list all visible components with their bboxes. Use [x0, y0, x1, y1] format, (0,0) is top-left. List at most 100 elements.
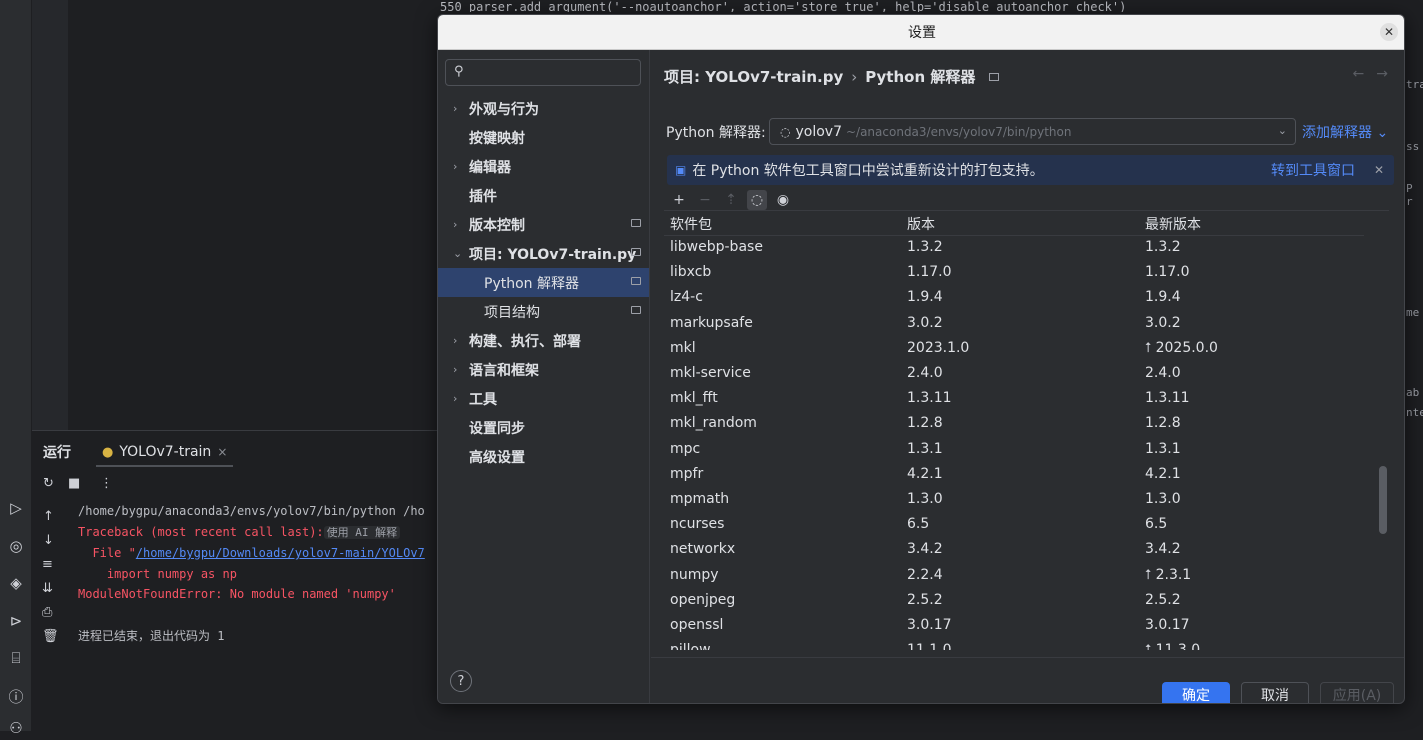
table-row[interactable]: ncurses 6.5 6.5 — [664, 513, 1364, 538]
sidebar-item-label: 构建、执行、部署 — [469, 333, 581, 350]
sidebar-item[interactable]: 设置同步 — [438, 413, 649, 442]
terminal-icon[interactable]: ⌸ — [4, 646, 28, 670]
sidebar-item-label: 版本控制 — [469, 217, 525, 234]
add-package-icon[interactable]: + — [669, 190, 689, 210]
table-row[interactable]: openjpeg 2.5.2 2.5.2 — [664, 589, 1364, 614]
table-row[interactable]: numpy 2.2.4 ⭡ 2.3.1 — [664, 564, 1364, 589]
sidebar-item-label: 插件 — [469, 188, 497, 205]
console-line: /home/bygpu/anaconda3/envs/yolov7/bin/py… — [78, 504, 425, 518]
sidebar-item[interactable]: ⌄ 项目: YOLOv7-train.py — [438, 239, 649, 268]
table-row[interactable]: mpmath 1.3.0 1.3.0 — [664, 488, 1364, 513]
table-row[interactable]: networkx 3.4.2 3.4.2 — [664, 538, 1364, 563]
table-row[interactable]: mkl 2023.1.0 ⭡ 2025.0.0 — [664, 337, 1364, 362]
table-scrollbar[interactable] — [1379, 466, 1387, 534]
remove-package-icon[interactable]: − — [695, 190, 715, 210]
loading-icon: ◌ — [780, 124, 791, 139]
ok-button[interactable]: 确定 — [1162, 682, 1230, 703]
upgrade-package-icon[interactable]: ⇡ — [721, 190, 741, 210]
sidebar-item[interactable]: › 工具 — [438, 384, 649, 413]
table-row[interactable]: mkl-service 2.4.0 2.4.0 — [664, 362, 1364, 387]
sidebar-item[interactable]: 按键映射 — [438, 123, 649, 152]
git-icon[interactable]: ⚇ — [4, 716, 28, 740]
chevron-right-icon[interactable]: › — [453, 392, 457, 405]
chevron-right-icon[interactable]: › — [453, 363, 457, 376]
services-icon[interactable]: ⊳ — [4, 609, 28, 633]
arrow-down-icon[interactable]: ↓ — [43, 533, 54, 548]
table-row[interactable]: markupsafe 3.0.2 3.0.2 — [664, 312, 1364, 337]
sidebar-item[interactable]: › 语言和框架 — [438, 355, 649, 384]
chevron-right-icon[interactable]: › — [453, 218, 457, 231]
refresh-icon[interactable]: ◌ — [747, 190, 767, 210]
table-row[interactable]: mkl_fft 1.3.11 1.3.11 — [664, 387, 1364, 412]
apply-button[interactable]: 应用(A) — [1320, 682, 1394, 703]
interpreter-select[interactable]: ◌ yolov7 ~/anaconda3/envs/yolov7/bin/pyt… — [769, 118, 1296, 145]
history-arrows[interactable]: ←→ — [1353, 66, 1400, 82]
breadcrumb: 项目: YOLOv7-train.py › Python 解释器 — [664, 66, 1000, 87]
package-version: 2.2.4 — [907, 566, 943, 583]
table-row[interactable]: mpfr 4.2.1 4.2.1 — [664, 463, 1364, 488]
sidebar-item[interactable]: 高级设置 — [438, 442, 649, 471]
sidebar-item[interactable]: Python 解释器 — [438, 268, 649, 297]
rerun-icon[interactable]: ↻ — [43, 476, 54, 491]
add-interpreter-link[interactable]: 添加解释器 ⌄ — [1302, 122, 1388, 142]
table-row[interactable]: lz4-c 1.9.4 1.9.4 — [664, 286, 1364, 311]
package-version: 1.3.11 — [907, 390, 952, 407]
chevron-down-icon[interactable]: ⌄ — [453, 247, 462, 260]
run-tab[interactable]: ● YOLOv7-train × — [96, 439, 234, 467]
package-latest-version: 2.4.0 — [1145, 365, 1181, 381]
open-tool-window-link[interactable]: 转到工具窗口 — [1271, 160, 1355, 180]
layers-icon[interactable]: ◈ — [4, 571, 28, 595]
latest-version-text: 3.0.17 — [1145, 617, 1190, 633]
package-latest-version: 3.0.2 — [1145, 315, 1181, 331]
column-header-package[interactable]: 软件包 — [670, 214, 712, 234]
stop-icon[interactable]: ■ — [68, 476, 80, 491]
scroll-to-end-icon[interactable]: ⇊ — [42, 581, 53, 596]
sidebar-item[interactable]: 插件 — [438, 181, 649, 210]
chevron-right-icon[interactable]: › — [453, 334, 457, 347]
table-row[interactable]: mpc 1.3.1 1.3.1 — [664, 438, 1364, 463]
ai-explain-button[interactable]: 使用 AI 解释 — [323, 525, 401, 539]
console-line: File "/home/bygpu/Downloads/yolov7-main/… — [78, 546, 425, 561]
python-console-icon[interactable]: ◎ — [4, 534, 28, 558]
package-latest-version: 1.2.8 — [1145, 415, 1181, 431]
table-row[interactable]: openssl 3.0.17 3.0.17 — [664, 614, 1364, 639]
sidebar-item[interactable]: 项目结构 — [438, 297, 649, 326]
package-name: lz4-c — [670, 289, 703, 306]
close-icon[interactable]: ✕ — [1380, 23, 1398, 41]
upgrade-available-icon: ⭡ — [1145, 642, 1152, 650]
breadcrumb-project[interactable]: 项目: YOLOv7-train.py — [664, 66, 843, 87]
arrow-up-icon[interactable]: ↑ — [43, 509, 54, 524]
table-row[interactable]: mkl_random 1.2.8 1.2.8 — [664, 412, 1364, 437]
table-row[interactable]: pillow 11.1.0 ⭡ 11.3.0 — [664, 639, 1364, 650]
code-fragment: ab — [1406, 386, 1420, 399]
sidebar-item[interactable]: › 编辑器 — [438, 152, 649, 181]
sidebar-item[interactable]: › 构建、执行、部署 — [438, 326, 649, 355]
package-latest-version: ⭡ 11.3.0 — [1145, 642, 1200, 650]
soft-wrap-icon[interactable]: ≡ — [42, 557, 53, 572]
settings-content: 项目: YOLOv7-train.py › Python 解释器 ←→ Pyth… — [651, 50, 1404, 703]
traceback-file-link[interactable]: /home/bygpu/Downloads/yolov7-main/YOLOv7 — [136, 546, 425, 560]
search-input[interactable]: ⚲ — [445, 59, 641, 86]
problems-icon[interactable]: ⓘ — [4, 684, 28, 708]
chevron-right-icon[interactable]: › — [453, 102, 457, 115]
column-header-latest[interactable]: 最新版本 — [1145, 214, 1201, 234]
console-line: ModuleNotFoundError: No module named 'nu… — [78, 587, 396, 602]
run-icon[interactable]: ▷ — [4, 496, 28, 520]
more-options-icon[interactable]: ⋮ — [100, 476, 113, 491]
package-latest-version: 3.0.17 — [1145, 617, 1190, 633]
chevron-right-icon[interactable]: › — [453, 160, 457, 173]
table-row[interactable]: libxcb 1.17.0 1.17.0 — [664, 261, 1364, 286]
latest-version-text: 1.2.8 — [1145, 415, 1181, 432]
latest-version-text: 4.2.1 — [1145, 465, 1181, 482]
close-icon[interactable]: ✕ — [1374, 163, 1384, 177]
table-row[interactable]: libwebp-base 1.3.2 1.3.2 — [664, 236, 1364, 261]
cancel-button[interactable]: 取消 — [1241, 682, 1309, 703]
print-icon[interactable]: ⎙ — [42, 605, 52, 620]
trash-icon[interactable]: 🗑 — [42, 629, 59, 644]
close-tab-icon[interactable]: × — [217, 445, 227, 459]
eye-icon[interactable]: ◉ — [773, 190, 793, 210]
help-button[interactable]: ? — [450, 670, 472, 692]
column-header-version[interactable]: 版本 — [907, 214, 935, 234]
sidebar-item[interactable]: › 外观与行为 — [438, 94, 649, 123]
sidebar-item[interactable]: › 版本控制 — [438, 210, 649, 239]
